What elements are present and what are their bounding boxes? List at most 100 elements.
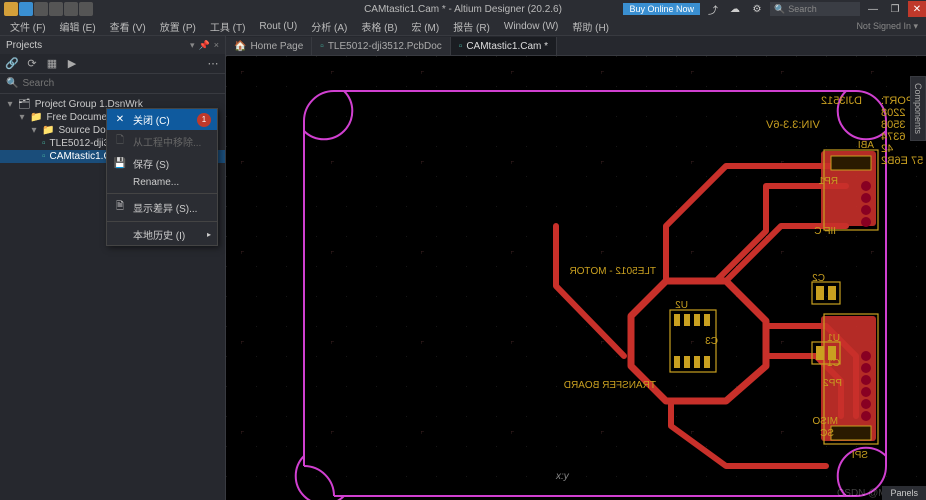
window-title: CAMtastic1.Cam * - Altium Designer (20.2… [364,4,562,15]
dropdown-icon[interactable]: ▾ [190,40,195,51]
menu-analysis[interactable]: 分析 (A) [305,17,353,36]
folder-icon: 📁 [30,112,42,123]
search-icon: 🔍 [6,78,18,89]
svg-text:C3: C3 [705,336,718,347]
home-icon: 🏠 [234,41,246,52]
toolbar-refresh-icon[interactable]: ⟳ [24,56,40,72]
svg-text:6374: 6374 [881,131,905,143]
close-icon: ✕ [113,114,127,125]
menu-view[interactable]: 查看 (V) [104,17,152,36]
toolbar-filter-icon[interactable]: ▦ [44,56,60,72]
menu-place[interactable]: 放置 (P) [154,17,202,36]
buy-online-button[interactable]: Buy Online Now [623,3,700,15]
quick-icon-5[interactable] [79,2,93,16]
svg-text:TLE5012 - MOTOR: TLE5012 - MOTOR [569,266,656,277]
titlebar-quick-icons [0,2,97,16]
menu-report[interactable]: 报告 (R) [447,17,496,36]
ctx-rename[interactable]: Rename... [107,174,217,191]
projects-search-input[interactable] [22,78,219,89]
svg-text:PP2: PP2 [823,378,842,389]
folder-icon: 📁 [42,125,54,136]
svg-text:C1: C1 [827,358,840,369]
svg-text:VIN:3.3-6V: VIN:3.3-6V [765,119,819,131]
svg-text:RP1: RP1 [818,176,838,187]
ctx-close[interactable]: ✕ 关闭 (C) 1 [107,109,217,130]
gear-icon[interactable]: ⚙ [748,1,766,17]
pcb-view[interactable]: SUPPORT: DJI3512 2208 3508 6374 42 57 E6… [226,56,926,500]
ctx-divider [107,193,217,194]
menu-edit[interactable]: 编辑 (E) [54,17,102,36]
menu-bar: 文件 (F) 编辑 (E) 查看 (V) 放置 (P) 工具 (T) Rout … [0,18,926,36]
share-icon[interactable]: ⤴ [704,1,722,17]
submenu-arrow-icon: ▸ [207,230,211,239]
menu-macro[interactable]: 宏 (M) [405,17,445,36]
context-menu: ✕ 关闭 (C) 1 🗋 从工程中移除... 💾 保存 (S) Rename..… [106,108,218,246]
quick-icon-4[interactable] [64,2,78,16]
cam-icon: ▫ [42,151,46,162]
svg-text:IIF C: IIF C [814,226,836,237]
panels-button[interactable]: Panels [882,486,926,500]
tab-cam[interactable]: ▫ CAMtastic1.Cam * [451,37,557,55]
panel-close-icon[interactable]: × [214,40,219,50]
menu-help[interactable]: 帮助 (H) [566,17,615,36]
app-icon[interactable] [4,2,18,16]
svg-text:SC: SC [820,428,834,439]
workspace-icon: 🗂 [18,99,31,110]
maximize-button[interactable]: ❐ [886,1,904,17]
menu-tools[interactable]: 工具 (T) [204,17,252,36]
save-icon: 💾 [113,158,127,169]
toolbar-connect-icon[interactable]: 🔗 [4,56,20,72]
coordinate-readout: x:y [556,471,569,482]
document-tabs: 🏠 Home Page ▫ TLE5012-dji3512.PcbDoc ▫ C… [226,36,926,56]
svg-text:2208: 2208 [881,107,905,119]
content-area: 🏠 Home Page ▫ TLE5012-dji3512.PcbDoc ▫ C… [226,36,926,500]
tab-home[interactable]: 🏠 Home Page [226,37,312,55]
toolbar-compile-icon[interactable]: ▶ [64,56,80,72]
quick-icon-2[interactable] [34,2,48,16]
search-icon: 🔍 [774,4,785,15]
menu-file[interactable]: 文件 (F) [4,17,52,36]
menu-table[interactable]: 表格 (B) [355,17,403,36]
diff-icon: 🗎 [113,199,127,216]
projects-toolbar: 🔗 ⟳ ▦ ▶ ⋯ [0,54,225,74]
minimize-button[interactable]: — [864,1,882,17]
close-button[interactable]: ✕ [908,1,926,17]
projects-panel: Projects ▾ 📌 × 🔗 ⟳ ▦ ▶ ⋯ 🔍 ▾ 🗂 Project G… [0,36,226,500]
svg-text:U1: U1 [827,333,840,344]
svg-text:DJI3512: DJI3512 [821,95,862,107]
title-bar: CAMtastic1.Cam * - Altium Designer (20.2… [0,0,926,18]
svg-text:ABI: ABI [858,140,874,151]
global-search-input[interactable]: 🔍 Search [770,2,860,16]
svg-text:3508: 3508 [881,119,905,131]
pcb-canvas[interactable]: SUPPORT: DJI3512 2208 3508 6374 42 57 E6… [226,56,926,500]
remove-icon: 🗋 [113,133,127,150]
menu-window[interactable]: Window (W) [498,19,564,34]
tab-pcbdoc[interactable]: ▫ TLE5012-dji3512.PcbDoc [312,37,451,55]
components-side-tab[interactable]: Components [910,76,926,141]
collapse-icon[interactable]: ▾ [6,99,14,110]
ctx-divider [107,221,217,222]
quick-icon-1[interactable] [19,2,33,16]
pcb-icon: ▫ [42,138,46,149]
svg-text:SPI: SPI [852,450,868,461]
toolbar-options-icon[interactable]: ⋯ [205,56,221,72]
svg-text:C2: C2 [812,273,825,284]
svg-text:U2: U2 [675,300,688,311]
ctx-remove[interactable]: 🗋 从工程中移除... [107,130,217,153]
pin-icon[interactable]: 📌 [199,40,210,51]
signin-status[interactable]: Not Signed In ▾ [856,21,922,32]
svg-text:MISO: MISO [812,416,838,427]
cam-icon: ▫ [459,41,463,52]
menu-rout[interactable]: Rout (U) [253,19,303,34]
pcb-icon: ▫ [320,41,324,52]
cloud-icon[interactable]: ☁ [726,1,744,17]
quick-icon-3[interactable] [49,2,63,16]
ctx-history[interactable]: 本地历史 (I) ▸ [107,224,217,245]
projects-search: 🔍 [0,74,225,94]
ctx-save[interactable]: 💾 保存 (S) [107,153,217,174]
collapse-icon[interactable]: ▾ [18,112,26,123]
svg-text:TRANSFER BOARD: TRANSFER BOARD [564,380,656,391]
ctx-diff[interactable]: 🗎 显示差异 (S)... [107,196,217,219]
dirty-badge: 1 [197,113,211,127]
collapse-icon[interactable]: ▾ [30,125,38,136]
